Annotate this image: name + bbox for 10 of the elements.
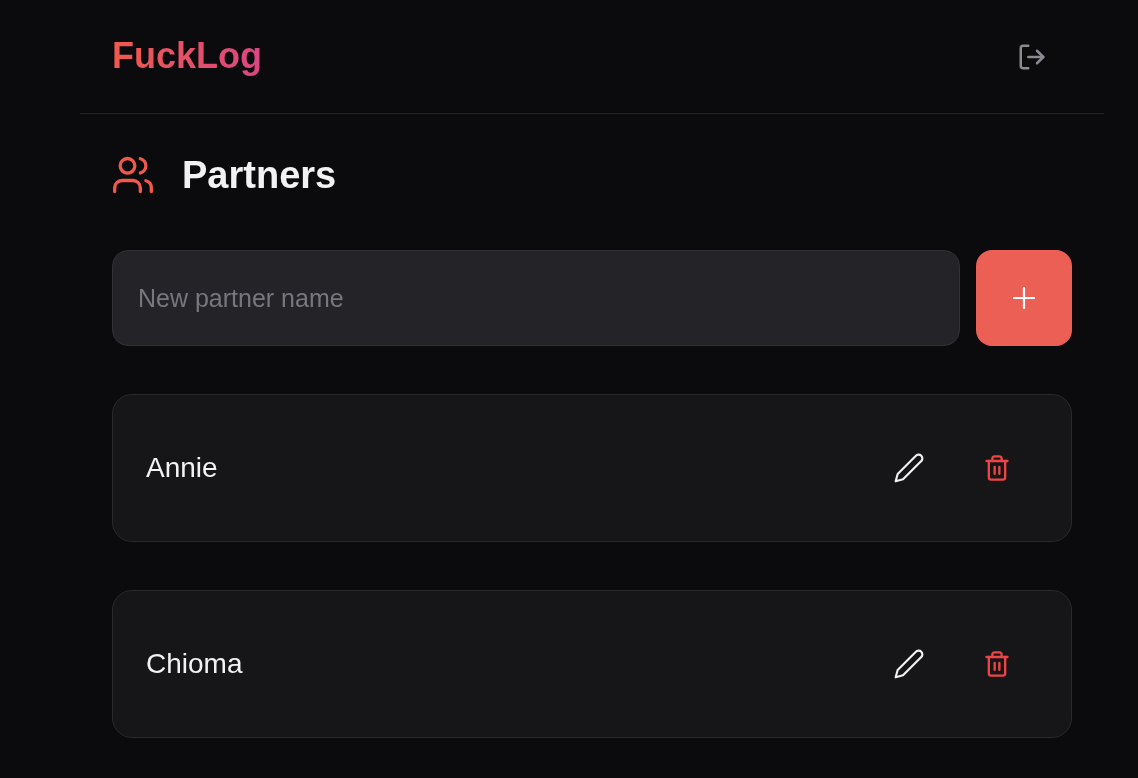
partner-name: Chioma <box>146 647 243 681</box>
pencil-icon <box>893 648 925 680</box>
page-title: Partners <box>182 153 337 197</box>
add-button[interactable] <box>976 250 1072 346</box>
trash-icon <box>983 454 1011 482</box>
trash-icon <box>983 650 1011 678</box>
partner-name: Annie <box>146 451 218 485</box>
pencil-icon <box>893 452 925 484</box>
partner-name-field[interactable]: New partner name <box>112 250 960 346</box>
plus-icon <box>1013 287 1035 309</box>
